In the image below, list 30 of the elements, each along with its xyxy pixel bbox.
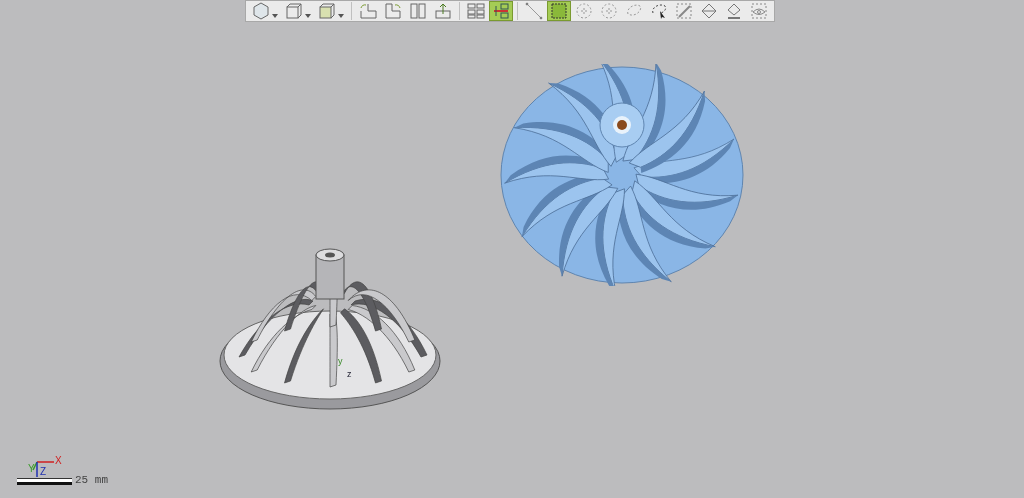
dashed-circle-icon [600, 2, 618, 20]
axis-label: Z [40, 467, 47, 477]
fill-icon [700, 2, 718, 20]
fill-icon [725, 2, 743, 20]
caret-icon [272, 14, 278, 18]
toolbar-button[interactable] [547, 1, 571, 21]
select-rectangle-icon [550, 2, 568, 20]
arrow-up-icon [434, 2, 452, 20]
toolbar-button[interactable] [489, 1, 513, 21]
scale-label: 25 mm [75, 475, 108, 486]
caret-icon [338, 14, 344, 18]
rotate-view-icon [384, 2, 402, 20]
split-panel-icon [492, 2, 510, 20]
axis-label: X [55, 456, 62, 466]
toolbar-button[interactable] [464, 1, 488, 21]
wireframe-cube-icon [318, 2, 336, 20]
brush-icon [675, 2, 693, 20]
grid-icon [467, 2, 485, 20]
cube-icon [285, 2, 303, 20]
axis-label: Y [28, 464, 35, 474]
scale-bar [17, 478, 72, 485]
dashed-circle-icon [575, 2, 593, 20]
caret-icon [305, 14, 311, 18]
line-icon [525, 2, 543, 20]
axis-label: z [347, 370, 352, 379]
eye-icon [750, 2, 768, 20]
split-view-icon [409, 2, 427, 20]
rotate-view-icon [359, 2, 377, 20]
axis-label: y [338, 357, 343, 366]
lasso-cursor-icon [650, 2, 668, 20]
